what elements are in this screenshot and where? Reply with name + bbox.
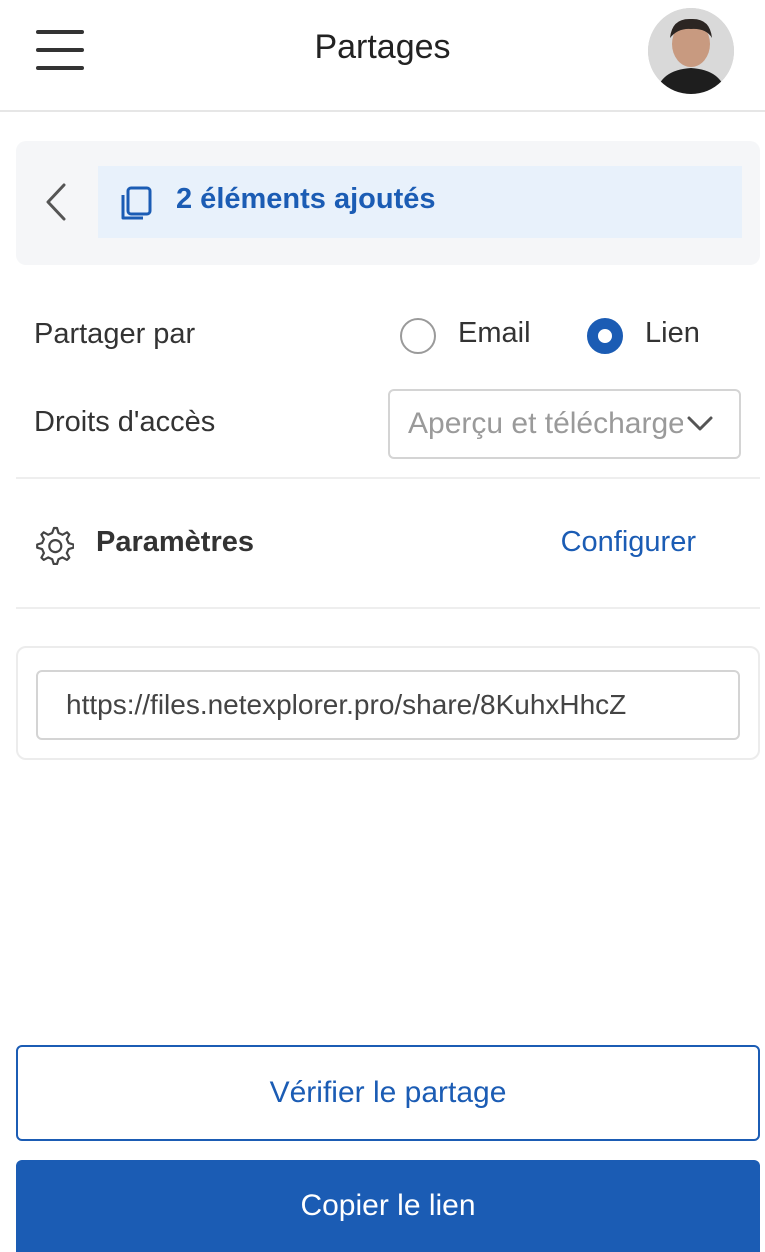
selected-items-label: 2 éléments ajoutés — [176, 183, 436, 215]
radio-email-label: Email — [458, 317, 531, 349]
verify-share-button[interactable]: Vérifier le partage — [16, 1045, 760, 1141]
app-header: Partages — [0, 0, 765, 112]
chevron-left-icon — [46, 183, 66, 221]
share-by-label: Partager par — [34, 318, 196, 350]
share-link-field[interactable]: https://files.netexplorer.pro/share/8Kuh… — [36, 670, 740, 740]
copy-icon — [121, 186, 152, 220]
copy-link-button[interactable]: Copier le lien — [16, 1160, 760, 1252]
divider — [16, 607, 760, 609]
access-rights-value: Aperçu et téléchargement — [408, 407, 683, 440]
share-link-value: https://files.netexplorer.pro/share/8Kuh… — [66, 689, 627, 720]
share-link-card: https://files.netexplorer.pro/share/8Kuh… — [16, 646, 760, 760]
selection-card: 2 éléments ajoutés — [16, 141, 760, 265]
access-rights-label: Droits d'accès — [34, 406, 216, 438]
radio-email-circle — [400, 318, 436, 354]
chevron-down-icon — [687, 416, 713, 431]
radio-link[interactable]: Lien — [587, 317, 707, 354]
radio-email[interactable]: Email — [400, 317, 540, 354]
gear-icon — [36, 526, 74, 565]
avatar[interactable] — [648, 8, 734, 94]
radio-link-label: Lien — [645, 317, 700, 349]
avatar-image — [648, 8, 734, 94]
back-button[interactable] — [38, 179, 78, 225]
access-rights-select[interactable]: Aperçu et téléchargement — [388, 389, 741, 459]
settings-label: Paramètres — [96, 526, 254, 558]
selected-items-chip[interactable]: 2 éléments ajoutés — [98, 166, 742, 238]
radio-link-circle — [587, 318, 623, 354]
configure-link[interactable]: Configurer — [520, 526, 696, 559]
divider — [16, 477, 760, 479]
